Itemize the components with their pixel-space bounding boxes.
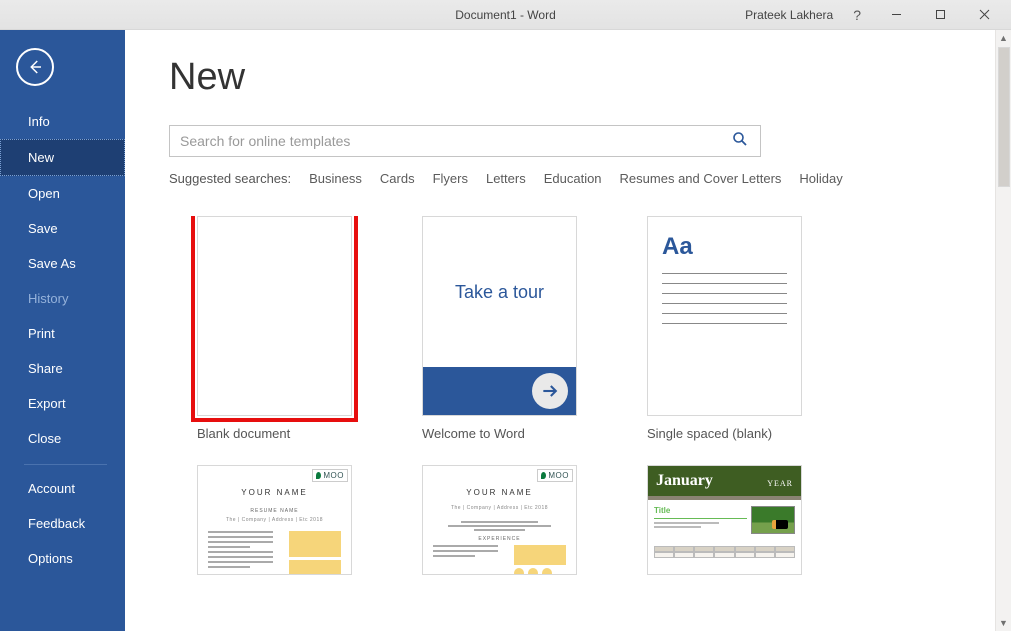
content-pane: ▲ ▼ New Suggested searches: Business Car…	[125, 30, 1011, 631]
moo-badge: MOO	[312, 469, 348, 482]
user-name[interactable]: Prateek Lakhera	[745, 8, 833, 22]
suggested-letters[interactable]: Letters	[486, 171, 526, 186]
help-icon[interactable]: ?	[853, 7, 861, 23]
maximize-button[interactable]	[921, 4, 959, 26]
thumb-single-spaced: Aa	[647, 216, 802, 416]
nav-new[interactable]: New	[0, 139, 125, 176]
title-bar: Document1 - Word Prateek Lakhera ?	[0, 0, 1011, 30]
nav-export[interactable]: Export	[0, 386, 125, 421]
nav-print[interactable]: Print	[0, 316, 125, 351]
template-resume-moo[interactable]: MOO YOUR NAME RESUME NAME The | Company …	[197, 465, 352, 575]
thumb-welcome: Take a tour	[422, 216, 577, 416]
thumb-blank	[197, 216, 352, 416]
minimize-button[interactable]	[877, 4, 915, 26]
suggested-holiday[interactable]: Holiday	[799, 171, 842, 186]
thumb-resume2: MOO YOUR NAME The | Company | Address | …	[422, 465, 577, 575]
back-button[interactable]	[16, 48, 54, 86]
suggested-searches: Suggested searches: Business Cards Flyer…	[169, 171, 991, 186]
nav-info[interactable]: Info	[0, 104, 125, 139]
scrollbar-thumb[interactable]	[998, 47, 1010, 187]
suggested-cards[interactable]: Cards	[380, 171, 415, 186]
template-welcome-to-word[interactable]: Take a tour Welcome to Word	[422, 216, 577, 441]
nav-close[interactable]: Close	[0, 421, 125, 456]
thumb-resume1: MOO YOUR NAME RESUME NAME The | Company …	[197, 465, 352, 575]
template-coverletter-moo[interactable]: MOO YOUR NAME The | Company | Address | …	[422, 465, 577, 575]
calendar-year: YEAR	[767, 479, 793, 488]
calendar-photo-icon	[751, 506, 795, 534]
calendar-month: January	[656, 472, 713, 490]
arrow-right-icon	[532, 373, 568, 409]
nav-options[interactable]: Options	[0, 541, 125, 576]
nav-feedback[interactable]: Feedback	[0, 506, 125, 541]
search-input[interactable]	[180, 133, 726, 149]
document-title: Document1 - Word	[455, 8, 555, 22]
nav-history: History	[0, 281, 125, 316]
template-label: Blank document	[197, 426, 352, 441]
calendar-title: Title	[654, 506, 747, 519]
calendar-grid	[654, 546, 795, 558]
template-label: Welcome to Word	[422, 426, 577, 441]
template-single-spaced[interactable]: Aa Single spaced (blank)	[647, 216, 802, 441]
nav-account[interactable]: Account	[0, 471, 125, 506]
scroll-up-icon[interactable]: ▲	[996, 30, 1011, 46]
welcome-text: Take a tour	[423, 217, 576, 367]
template-search[interactable]	[169, 125, 761, 157]
nav-save-as[interactable]: Save As	[0, 246, 125, 281]
nav-save[interactable]: Save	[0, 211, 125, 246]
nav-separator	[24, 464, 107, 465]
template-calendar[interactable]: January YEAR Title	[647, 465, 802, 575]
thumb-calendar: January YEAR Title	[647, 465, 802, 575]
scroll-down-icon[interactable]: ▼	[996, 615, 1011, 631]
suggested-business[interactable]: Business	[309, 171, 362, 186]
moo-badge: MOO	[537, 469, 573, 482]
page-title: New	[169, 56, 991, 99]
suggested-resumes[interactable]: Resumes and Cover Letters	[620, 171, 782, 186]
vertical-scrollbar[interactable]: ▲ ▼	[995, 30, 1011, 631]
close-button[interactable]	[965, 4, 1003, 26]
suggested-flyers[interactable]: Flyers	[433, 171, 468, 186]
nav-open[interactable]: Open	[0, 176, 125, 211]
nav-share[interactable]: Share	[0, 351, 125, 386]
template-label: Single spaced (blank)	[647, 426, 802, 441]
backstage-sidebar: Info New Open Save Save As History Print…	[0, 30, 125, 631]
suggested-education[interactable]: Education	[544, 171, 602, 186]
template-blank-document[interactable]: Blank document	[197, 216, 352, 441]
search-icon[interactable]	[726, 128, 754, 155]
aa-icon: Aa	[662, 233, 787, 261]
suggested-label: Suggested searches:	[169, 171, 291, 186]
